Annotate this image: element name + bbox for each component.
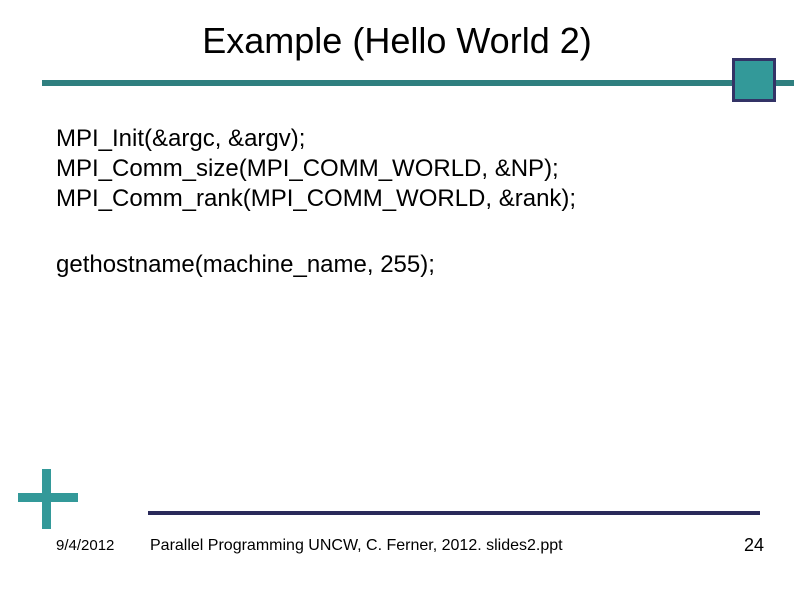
title-accent-square-icon [732,58,776,102]
footer-divider [148,511,760,515]
footer-date: 9/4/2012 [56,537,114,554]
code-block-1: MPI_Init(&argc, &argv); MPI_Comm_size(MP… [56,124,794,214]
code-line: MPI_Comm_rank(MPI_COMM_WORLD, &rank); [56,184,794,214]
code-line: MPI_Init(&argc, &argv); [56,124,794,154]
footer-page-number: 24 [744,535,764,556]
title-divider-wrap [0,80,794,88]
footer-text: Parallel Programming UNCW, C. Ferner, 20… [150,537,563,555]
code-line: MPI_Comm_size(MPI_COMM_WORLD, &NP); [56,154,794,184]
code-line: gethostname(machine_name, 255); [56,250,794,280]
slide-footer: 9/4/2012 Parallel Programming UNCW, C. F… [0,533,794,573]
slide: Example (Hello World 2) MPI_Init(&argc, … [0,0,794,595]
slide-title: Example (Hello World 2) [0,0,794,80]
slide-content: MPI_Init(&argc, &argv); MPI_Comm_size(MP… [0,88,794,280]
title-divider [42,80,794,86]
footer-cross-icon [18,493,78,502]
code-block-2: gethostname(machine_name, 255); [56,250,794,280]
